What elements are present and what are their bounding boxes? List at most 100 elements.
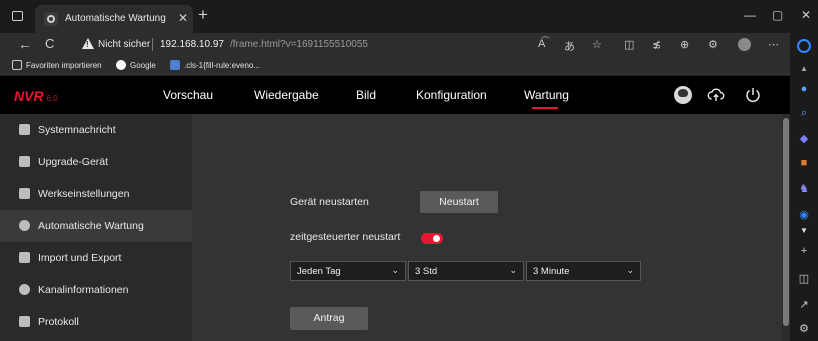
sidebar-item-label: Import und Export: [38, 252, 122, 264]
warning-icon[interactable]: [82, 38, 94, 49]
extensions-icon[interactable]: ⚙: [708, 38, 718, 51]
menu-konfiguration[interactable]: Konfiguration: [416, 88, 487, 102]
notification-icon[interactable]: ●: [798, 83, 810, 95]
browser-toolbar: ← C Nicht sicher 192.168.10.97 /frame.ht…: [0, 33, 790, 57]
minute-select[interactable]: 3 Minute ⌄: [526, 261, 641, 281]
split-screen-icon[interactable]: ◫: [624, 38, 634, 51]
sidebar-item-label: Upgrade-Gerät: [38, 156, 109, 168]
sidebar-item-werkseinstellungen[interactable]: Werkseinstellungen: [0, 178, 192, 210]
main-content: [192, 114, 790, 341]
sidebar-item-upgrade[interactable]: Upgrade-Gerät: [0, 146, 192, 178]
day-select-value: Jeden Tag: [297, 266, 341, 277]
address-path[interactable]: /frame.html?v=1691155510055: [230, 39, 368, 50]
address-host[interactable]: 192.168.10.97: [160, 39, 224, 50]
system-message-icon: [19, 124, 30, 135]
sidebar-item-label: Systemnachricht: [38, 124, 116, 136]
sidebar-item-label: Werkseinstellungen: [38, 188, 130, 200]
favorite-cls-label: .cls-1{fill-rule:eveno...: [184, 61, 261, 70]
hour-select[interactable]: 3 Std ⌄: [408, 261, 524, 281]
collections-icon[interactable]: ⊕: [680, 38, 689, 51]
scrollbar-thumb[interactable]: [783, 118, 789, 326]
browser-tab[interactable]: Automatische Wartung ✕: [35, 5, 193, 33]
favorite-star-icon[interactable]: ☆: [592, 38, 602, 51]
sidebar-item-protokoll[interactable]: Protokoll: [0, 306, 192, 338]
hour-select-value: 3 Std: [415, 266, 438, 277]
day-select[interactable]: Jeden Tag ⌄: [290, 261, 406, 281]
menu-wiedergabe[interactable]: Wiedergabe: [254, 88, 319, 102]
cloud-upload-icon[interactable]: [707, 86, 725, 104]
sidebar-toggle-icon[interactable]: ◫: [798, 273, 810, 285]
favorite-google-label: Google: [130, 61, 156, 70]
tab-title: Automatische Wartung: [65, 13, 166, 24]
factory-reset-icon: [19, 188, 30, 199]
sidebar-item-label: Kanalinformationen: [38, 284, 129, 296]
favorite-cls[interactable]: .cls-1{fill-rule:eveno...: [170, 60, 260, 70]
minute-select-value: 3 Minute: [533, 266, 570, 277]
chevron-down-icon: ⌄: [509, 265, 517, 275]
maximize-icon[interactable]: ▢: [772, 8, 783, 22]
import-export-icon: [19, 252, 30, 263]
copilot-icon[interactable]: [797, 39, 811, 53]
profile-icon[interactable]: [738, 38, 751, 51]
logo-version: 6.0: [46, 94, 58, 103]
sidebar-item-import-export[interactable]: Import und Export: [0, 242, 192, 274]
import-icon: [12, 60, 22, 70]
menu-vorschau[interactable]: Vorschau: [163, 88, 213, 102]
favorites-import-label: Favoriten importieren: [26, 61, 102, 70]
browser-tab-bar: Automatische Wartung ✕ + — ▢ ✕: [0, 0, 818, 33]
restart-button[interactable]: Neustart: [420, 191, 498, 213]
scroll-up-icon[interactable]: ▲: [798, 63, 810, 75]
sidebar-item-kanalinformationen[interactable]: Kanalinformationen: [0, 274, 192, 306]
edge-sidebar: ▲ ● ⌕ ◆ ■ ♞ ◉ ▼ + ◫ ↗ ⚙: [790, 33, 818, 341]
apply-button[interactable]: Antrag: [290, 307, 368, 330]
user-avatar-icon[interactable]: [674, 86, 692, 104]
google-icon: [116, 60, 126, 70]
read-aloud-icon[interactable]: A͡: [538, 38, 545, 50]
restart-label: Gerät neustarten: [290, 196, 369, 208]
games-icon[interactable]: ♞: [798, 183, 810, 195]
logo-text: NVR: [14, 88, 44, 104]
tab-close-icon[interactable]: ✕: [178, 11, 188, 25]
favorites-import-link[interactable]: Favoriten importieren: [12, 60, 102, 70]
power-icon[interactable]: [744, 86, 762, 104]
menu-bild[interactable]: Bild: [356, 88, 376, 102]
sidebar-item-automatische-wartung[interactable]: Automatische Wartung: [0, 210, 192, 242]
add-icon[interactable]: +: [798, 245, 810, 257]
new-tab-icon[interactable]: +: [198, 6, 208, 24]
sidebar-item-label: Automatische Wartung: [38, 220, 144, 232]
active-menu-indicator: [532, 107, 558, 109]
timed-restart-toggle[interactable]: [421, 233, 443, 244]
scroll-down-icon[interactable]: ▼: [798, 225, 810, 237]
back-icon[interactable]: ←: [18, 36, 32, 52]
favorites-icon[interactable]: ≴: [652, 38, 661, 51]
security-label[interactable]: Nicht sicher: [98, 39, 150, 50]
channel-info-icon: [19, 284, 30, 295]
address-separator: [152, 38, 153, 51]
favorites-bar: Favoriten importieren Google .cls-1{fill…: [0, 57, 790, 75]
app-sidebar: Systemnachricht Upgrade-Gerät Werkseinst…: [0, 114, 192, 341]
tag-icon[interactable]: ◆: [798, 133, 810, 145]
menu-wartung[interactable]: Wartung: [524, 88, 569, 102]
settings-icon[interactable]: ⚙: [798, 323, 810, 335]
image-icon: [170, 60, 180, 70]
minimize-icon[interactable]: —: [744, 8, 756, 22]
app-logo: NVR 6.0: [14, 88, 58, 104]
timed-restart-label: zeitgesteuerter neustart: [290, 231, 401, 243]
translate-icon[interactable]: あ: [564, 38, 575, 54]
window-menu-icon[interactable]: [12, 11, 23, 21]
toolbox-icon[interactable]: ■: [798, 157, 810, 169]
outlook-icon[interactable]: ◉: [798, 209, 810, 221]
reload-icon[interactable]: C: [45, 36, 54, 52]
close-window-icon[interactable]: ✕: [801, 8, 811, 22]
search-icon[interactable]: ⌕: [798, 107, 810, 119]
app-header: NVR 6.0 Vorschau Wiedergabe Bild Konfigur…: [0, 76, 790, 114]
tab-favicon-icon: [44, 12, 58, 26]
external-icon[interactable]: ↗: [798, 299, 810, 311]
chevron-down-icon: ⌄: [391, 265, 399, 275]
log-icon: [19, 316, 30, 327]
sidebar-item-label: Protokoll: [38, 316, 79, 328]
favorite-google[interactable]: Google: [116, 60, 156, 70]
sidebar-item-systemnachricht[interactable]: Systemnachricht: [0, 114, 192, 146]
more-icon[interactable]: ⋯: [768, 38, 779, 51]
chevron-down-icon: ⌄: [626, 265, 634, 275]
